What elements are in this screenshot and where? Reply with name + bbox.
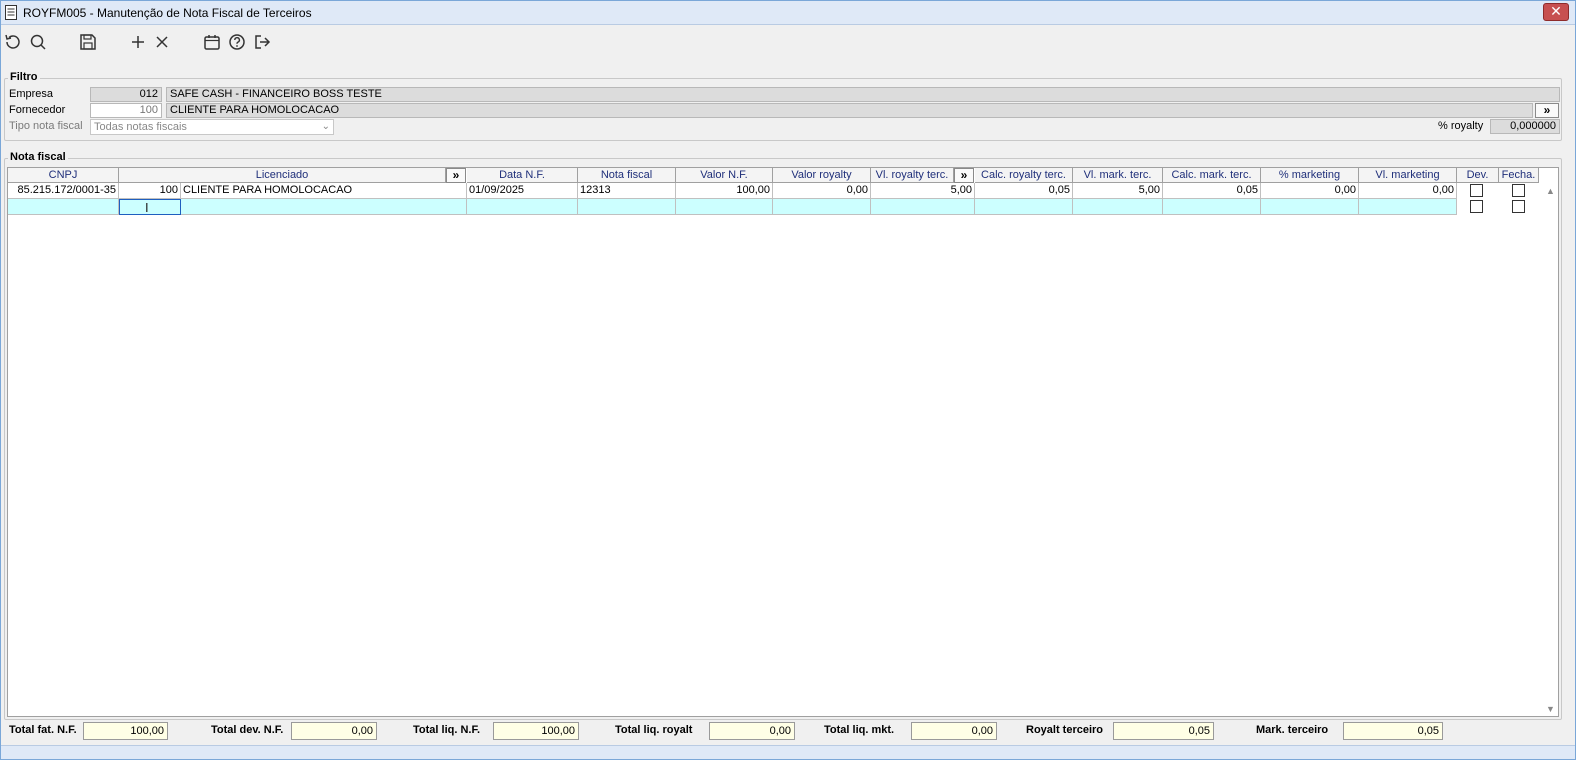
cell-cnpj[interactable]: 85.215.172/0001-35 [8,183,119,199]
cell-valor-royalty-new[interactable] [773,199,871,215]
royalty-pct-label: % royalty [1438,120,1484,132]
col-header-valor-royalty[interactable]: Valor royalty [773,168,871,183]
licenciado-expand-button[interactable]: » [446,168,466,183]
cell-cnpj-new[interactable] [8,199,119,215]
cell-licenciado-code[interactable]: 100 [119,183,181,199]
add-icon[interactable] [128,32,148,52]
mark-terceiro-label: Mark. terceiro [1256,724,1329,736]
tipo-nota-select[interactable]: Todas notas fiscais ⌄ [90,119,334,135]
cell-licenciado-code-new[interactable]: I [119,199,181,215]
royalty-expand-button[interactable]: » [954,168,974,183]
cell-vl-marketing[interactable]: 0,00 [1359,183,1457,199]
cell-licenciado-name[interactable]: CLIENTE PARA HOMOLOCACAO [181,183,467,199]
total-liq-mkt-label: Total liq. mkt. [824,724,895,736]
col-header-pct-marketing[interactable]: % marketing [1261,168,1359,183]
empresa-code-field[interactable]: 012 [90,87,162,102]
status-bar [1,745,1575,759]
total-dev-field: 0,00 [291,722,377,740]
filtro-legend: Filtro [8,71,40,83]
dev-checkbox[interactable] [1470,184,1483,197]
cell-vl-royalty-terc[interactable]: 5,00 [871,183,975,199]
cell-pct-marketing-new[interactable] [1261,199,1359,215]
help-icon[interactable] [227,32,247,52]
fecha-checkbox-new[interactable] [1512,200,1525,213]
royalt-terceiro-label: Royalt terceiro [1026,724,1104,736]
fornecedor-name-field: CLIENTE PARA HOMOLOCACAO [166,103,1533,118]
text-cursor-icon: I [145,200,149,215]
tipo-nota-value: Todas notas fiscais [94,121,187,133]
total-liq-royalt-field: 0,00 [709,722,795,740]
grid-scrollbar[interactable]: ▲ ▼ [1544,184,1558,716]
cell-calc-royalty-terc[interactable]: 0,05 [975,183,1073,199]
col-header-vl-mark-terc[interactable]: Vl. mark. terc. [1073,168,1163,183]
col-header-vl-marketing[interactable]: Vl. marketing [1359,168,1457,183]
col-header-calc-royalty-terc[interactable]: Calc. royalty terc. [975,168,1073,183]
cell-licenciado-name-new[interactable] [181,199,467,215]
search-icon[interactable] [28,32,48,52]
total-fat-field: 100,00 [83,722,168,740]
cell-valor[interactable]: 100,00 [676,183,773,199]
cell-data[interactable]: 01/09/2025 [467,183,578,199]
nota-fiscal-legend: Nota fiscal [8,151,68,163]
refresh-icon[interactable] [3,32,23,52]
cell-valor-royalty[interactable]: 0,00 [773,183,871,199]
cell-valor-new[interactable] [676,199,773,215]
mark-terceiro-field: 0,05 [1343,722,1443,740]
royalt-terceiro-field: 0,05 [1113,722,1214,740]
tipo-nota-label: Tipo nota fiscal [9,120,83,132]
fornecedor-label: Fornecedor [9,104,66,116]
cell-calc-royalty-terc-new[interactable] [975,199,1073,215]
empresa-label: Empresa [9,88,54,100]
save-icon[interactable] [78,32,98,52]
scroll-down-icon[interactable]: ▼ [1546,704,1555,714]
total-liq-field: 100,00 [493,722,579,740]
total-dev-label: Total dev. N.F. [211,724,284,736]
col-header-valor[interactable]: Valor N.F. [676,168,773,183]
document-icon [5,5,17,20]
toolbar [1,27,1575,57]
calendar-icon[interactable] [202,32,222,52]
nota-fiscal-grid: CNPJ Licenciado » Data N.F. Nota fiscal … [7,167,1559,717]
cell-calc-mark-terc[interactable]: 0,05 [1163,183,1261,199]
col-header-dev[interactable]: Dev. [1457,168,1499,183]
empresa-name-field: SAFE CASH - FINANCEIRO BOSS TESTE [166,87,1560,102]
scroll-up-icon[interactable]: ▲ [1546,186,1555,196]
chevron-down-icon: ⌄ [321,121,330,132]
title-bar: ROYFM005 - Manutenção de Nota Fiscal de … [1,1,1575,25]
cell-vl-royalty-terc-new[interactable] [871,199,975,215]
cell-vl-marketing-new[interactable] [1359,199,1457,215]
cell-nota-new[interactable] [578,199,676,215]
col-header-data[interactable]: Data N.F. [467,168,578,183]
total-liq-royalt-label: Total liq. royalt [615,724,693,736]
col-header-fecha[interactable]: Fecha. [1499,168,1539,183]
total-fat-label: Total fat. N.F. [9,724,77,736]
royalty-pct-field: 0,000000 [1490,119,1560,134]
col-header-vl-royalty-terc[interactable]: Vl. royalty terc. [871,168,954,183]
cell-vl-mark-terc-new[interactable] [1073,199,1163,215]
col-header-nota[interactable]: Nota fiscal [578,168,676,183]
fornecedor-code-field[interactable]: 100 [90,103,162,118]
fecha-checkbox[interactable] [1512,184,1525,197]
total-liq-mkt-field: 0,00 [911,722,997,740]
exit-icon[interactable] [252,32,272,52]
main-window: ROYFM005 - Manutenção de Nota Fiscal de … [0,0,1576,760]
cell-nota[interactable]: 12313 [578,183,676,199]
delete-icon[interactable] [152,32,172,52]
dev-checkbox-new[interactable] [1470,200,1483,213]
cell-data-new[interactable] [467,199,578,215]
col-header-calc-mark-terc[interactable]: Calc. mark. terc. [1163,168,1261,183]
close-button[interactable]: ✕ [1543,3,1569,21]
totals-bar: Total fat. N.F. 100,00 Total dev. N.F. 0… [1,721,1575,743]
total-liq-label: Total liq. N.F. [413,724,481,736]
fornecedor-lookup-button[interactable]: » [1535,103,1559,118]
col-header-cnpj[interactable]: CNPJ [8,168,119,183]
cell-calc-mark-terc-new[interactable] [1163,199,1261,215]
cell-vl-mark-terc[interactable]: 5,00 [1073,183,1163,199]
cell-pct-marketing[interactable]: 0,00 [1261,183,1359,199]
window-title: ROYFM005 - Manutenção de Nota Fiscal de … [23,6,312,20]
col-header-licenciado[interactable]: Licenciado [119,168,446,183]
